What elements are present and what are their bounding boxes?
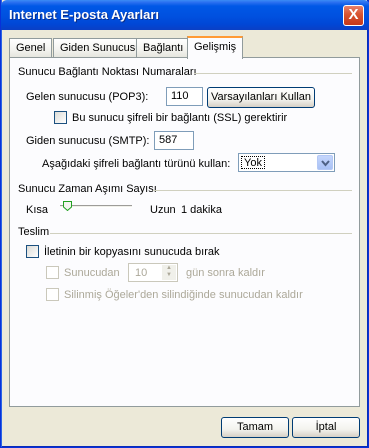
ports-group-title: Sunucu Bağlantı Noktası Numaraları xyxy=(18,66,197,78)
dropdown-button[interactable] xyxy=(317,155,333,170)
encryption-type-select[interactable]: Yok xyxy=(238,153,335,172)
settings-window: Internet E-posta Ayarları X Genel Giden … xyxy=(0,0,369,448)
spin-down-icon[interactable]: ▼ xyxy=(162,272,176,279)
remove-after-days-spinner[interactable]: 10 ▲ ▼ xyxy=(128,263,178,282)
close-button[interactable]: X xyxy=(343,5,364,26)
tab-general[interactable]: Genel xyxy=(9,38,53,57)
timeout-slider-thumb[interactable] xyxy=(63,201,73,211)
tab-connection[interactable]: Bağlantı xyxy=(136,38,191,57)
remove-after-label: Sunucudan xyxy=(64,267,120,279)
remove-after-checkbox[interactable] xyxy=(46,266,59,279)
ssl-incoming-checkbox[interactable] xyxy=(54,111,67,124)
remove-after-days-value: 10 xyxy=(135,267,148,279)
advanced-panel: Sunucu Bağlantı Noktası Numaraları Gelen… xyxy=(9,57,360,407)
leave-copy-checkbox[interactable] xyxy=(26,245,39,258)
delivery-group-divider xyxy=(50,233,352,234)
remove-deleted-checkbox[interactable] xyxy=(46,288,59,301)
ssl-incoming-label: Bu sunucu şifreli bir bağlantı (SSL) ger… xyxy=(72,112,288,124)
use-defaults-button[interactable]: Varsayılanları Kullan xyxy=(207,87,315,108)
title-bar[interactable]: Internet E-posta Ayarları X xyxy=(1,0,369,30)
timeout-group-divider xyxy=(153,190,352,191)
days-suffix-label: gün sonra kaldır xyxy=(186,267,265,279)
spin-up-icon[interactable]: ▲ xyxy=(162,265,176,272)
encryption-type-value: Yok xyxy=(241,156,265,169)
smtp-port-input[interactable]: 587 xyxy=(154,131,194,150)
tab-advanced[interactable]: Gelişmiş xyxy=(187,36,244,59)
delivery-group-title: Teslim xyxy=(18,226,50,238)
tab-outgoing-server[interactable]: Giden Sunucusu xyxy=(53,38,149,57)
timeout-group-title: Sunucu Zaman Aşımı Sayısı xyxy=(18,183,157,195)
spinner-arrows[interactable]: ▲ ▼ xyxy=(162,265,176,280)
chevron-down-icon xyxy=(321,160,330,167)
pop3-port-input[interactable]: 110 xyxy=(166,87,203,106)
leave-copy-label: İletinin bir kopyasını sunucuda bırak xyxy=(44,246,220,258)
timeout-short-label: Kısa xyxy=(26,204,49,216)
smtp-label: Giden sunucusu (SMTP): xyxy=(26,135,150,147)
remove-deleted-label: Silinmiş Öğeler'den silindiğinde sunucud… xyxy=(64,289,303,301)
window-title: Internet E-posta Ayarları xyxy=(9,7,160,22)
ok-button[interactable]: Tamam xyxy=(221,417,289,438)
pop3-label: Gelen sunucusu (POP3): xyxy=(26,91,149,103)
timeout-value: 1 dakika xyxy=(181,204,222,216)
close-icon: X xyxy=(348,6,359,23)
ports-group-divider xyxy=(194,73,352,74)
encryption-type-label: Aşağıdaki şifreli bağlantı türünü kullan… xyxy=(42,158,231,170)
cancel-button[interactable]: İptal xyxy=(292,417,360,438)
timeout-long-label: Uzun xyxy=(150,204,176,216)
